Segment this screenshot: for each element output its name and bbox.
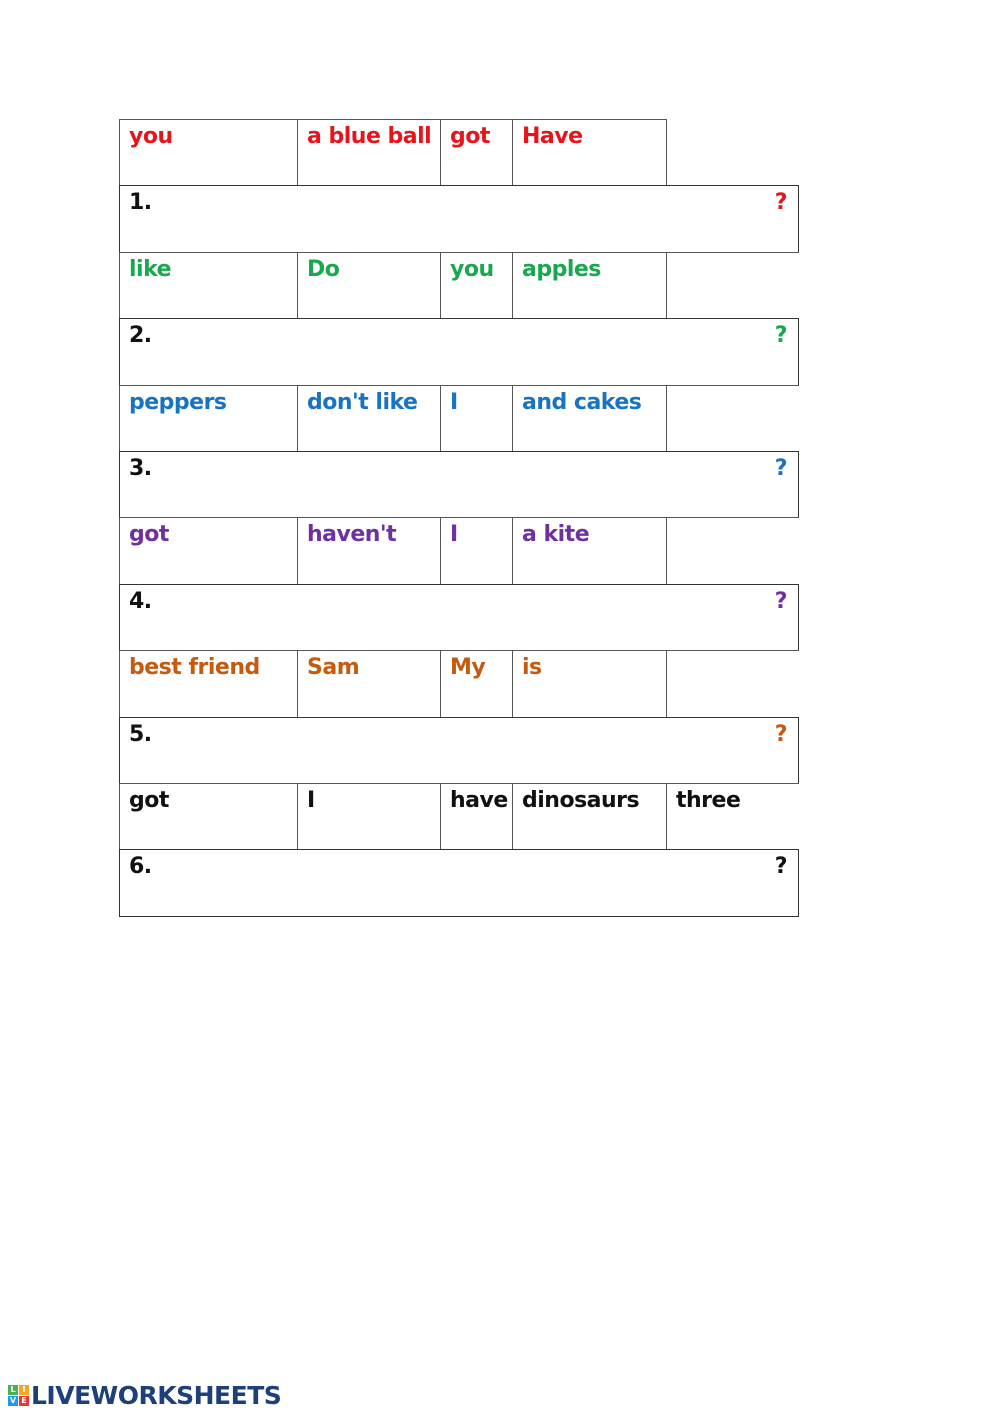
question-mark: ? — [774, 190, 788, 216]
word-card[interactable]: three — [666, 783, 799, 851]
word-card[interactable] — [666, 650, 799, 718]
word-card[interactable]: got — [119, 517, 298, 585]
logo-text: LIVEWORKSHEETS — [31, 1381, 282, 1410]
word-card[interactable]: a blue ball — [297, 119, 441, 187]
word-card[interactable] — [666, 517, 799, 585]
word-card[interactable]: is — [512, 650, 667, 718]
word-card[interactable]: a kite — [512, 517, 667, 585]
question-number: 3. — [129, 456, 152, 481]
question-mark: ? — [774, 854, 788, 880]
logo-block: L — [8, 1385, 18, 1395]
word-card[interactable]: Do — [297, 251, 441, 320]
logo-block: V — [8, 1396, 18, 1406]
worksheet-page: you a blue ball got Have 1.? like Do you apples 2… — [0, 0, 1000, 1413]
word-card[interactable]: I — [440, 517, 513, 585]
question-number: 1. — [129, 190, 152, 216]
word-card[interactable]: best friend — [119, 650, 298, 718]
word-card[interactable]: Sam — [297, 650, 441, 718]
question-number: 4. — [129, 588, 152, 614]
answer-box[interactable]: 3.? — [119, 451, 799, 519]
word-card[interactable]: dinosaurs — [512, 783, 667, 851]
word-card[interactable]: My — [440, 650, 513, 718]
liveworksheets-logo: L I V E LIVEWORKSHEETS — [8, 1381, 282, 1410]
logo-blocks-icon: L I V E — [8, 1385, 29, 1406]
word-card[interactable]: like — [119, 251, 298, 320]
question-number: 5. — [129, 721, 152, 747]
word-card[interactable]: you — [119, 119, 298, 187]
word-card[interactable] — [666, 384, 799, 452]
word-card[interactable]: and cakes — [512, 384, 667, 452]
word-card[interactable]: have — [440, 783, 513, 851]
word-card[interactable]: Have — [512, 119, 667, 187]
word-card[interactable]: I — [440, 384, 513, 452]
question-mark: ? — [774, 456, 788, 481]
word-card[interactable]: I — [297, 783, 441, 851]
logo-block: I — [19, 1385, 29, 1395]
logo-block: E — [19, 1396, 29, 1406]
word-card[interactable]: you — [440, 251, 513, 320]
question-mark: ? — [774, 323, 788, 349]
word-card[interactable]: got — [440, 119, 513, 187]
word-card[interactable]: don't like — [297, 384, 441, 452]
word-card[interactable] — [666, 251, 799, 320]
answer-box[interactable]: 5.? — [119, 716, 799, 784]
word-card[interactable]: apples — [512, 251, 667, 320]
answer-box[interactable]: 6.? — [119, 849, 799, 917]
answer-box[interactable]: 1.? — [119, 185, 799, 253]
question-mark: ? — [774, 588, 788, 614]
word-card[interactable]: got — [119, 783, 298, 851]
word-card[interactable]: haven't — [297, 517, 441, 585]
answer-box[interactable]: 4.? — [119, 583, 799, 652]
answer-box[interactable]: 2.? — [119, 318, 799, 386]
question-mark: ? — [774, 721, 788, 747]
question-number: 6. — [129, 854, 152, 880]
question-number: 2. — [129, 323, 152, 349]
word-card[interactable]: peppers — [119, 384, 298, 452]
